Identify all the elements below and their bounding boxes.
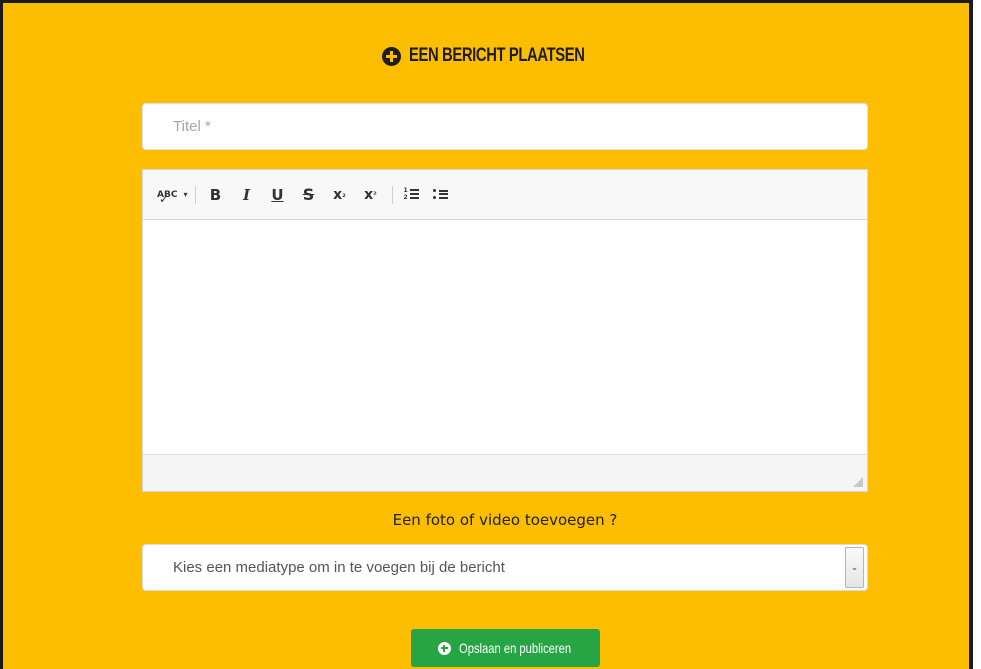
subscript-mark-icon: ₂ (342, 190, 346, 199)
rich-text-editor: ABC ✓ ▾ B I U S x₂ x² 1 2 (142, 169, 868, 492)
strikethrough-button[interactable]: S (299, 183, 317, 207)
editor-statusbar (143, 454, 867, 491)
bullet-list-line (439, 190, 449, 192)
numbered-list-line (410, 193, 420, 195)
numbered-list-mark-2: 2 (403, 194, 408, 201)
subscript-label: x (333, 186, 343, 203)
title-input[interactable] (142, 103, 868, 150)
publish-button[interactable]: Opslaan en publiceren (411, 629, 600, 667)
numbered-list-line (410, 189, 420, 191)
underline-button[interactable]: U (268, 183, 286, 207)
media-label: Een foto of video toevoegen ? (392, 511, 618, 529)
resize-handle-icon[interactable] (853, 477, 863, 487)
toolbar-divider (195, 185, 197, 204)
numbered-list-icon[interactable]: 1 2 (403, 188, 420, 201)
bold-button[interactable]: B (206, 183, 224, 207)
subscript-button[interactable]: x₂ (330, 183, 348, 207)
bullet-list-dot (433, 189, 437, 192)
plus-circle-icon (382, 46, 402, 66)
toolbar-divider (392, 185, 394, 204)
italic-button[interactable]: I (237, 183, 255, 207)
editor-toolbar: ABC ✓ ▾ B I U S x₂ x² 1 2 (143, 170, 867, 220)
post-form-panel: EEN BERICHT PLAATSEN ABC ✓ ▾ B I U S x₂ … (0, 0, 973, 669)
bullet-list-icon[interactable] (432, 188, 449, 201)
chevron-down-icon[interactable]: ⌄ (845, 547, 864, 588)
checkmark-icon: ✓ (159, 191, 170, 206)
media-type-select[interactable]: Kies een mediatype om in te voegen bij d… (142, 544, 868, 591)
media-type-selected: Kies een mediatype om in te voegen bij d… (173, 559, 505, 576)
plus-circle-icon (437, 641, 451, 655)
bullet-list-line (439, 193, 449, 195)
form-heading: EEN BERICHT PLAATSEN (3, 45, 969, 67)
spellcheck-button[interactable]: ABC ✓ (157, 183, 177, 207)
superscript-mark-icon: ² (373, 190, 377, 199)
caret-down-icon[interactable]: ▾ (183, 190, 187, 199)
numbered-list-line (410, 197, 420, 199)
bullet-list-dot (433, 196, 437, 199)
page-title: EEN BERICHT PLAATSEN (409, 45, 586, 66)
bullet-list-line (439, 197, 449, 199)
publish-label: Opslaan en publiceren (458, 640, 572, 656)
editor-content-area[interactable] (143, 220, 867, 456)
superscript-label: x (364, 186, 374, 203)
superscript-button[interactable]: x² (361, 183, 379, 207)
